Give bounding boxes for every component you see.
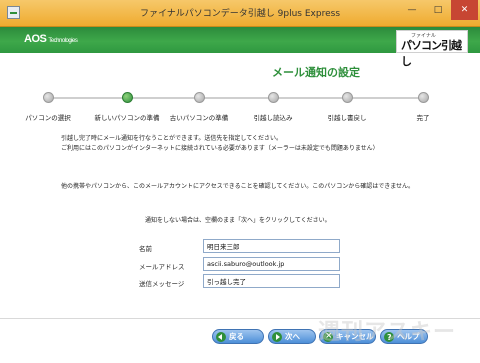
name-field[interactable] xyxy=(203,239,340,253)
message-label: 送信メッセージ xyxy=(139,280,185,288)
name-label: 名前 xyxy=(139,245,152,253)
step-label-old-pc-prep: 古いパソコンの準備 xyxy=(169,114,229,122)
title-bar: ファイナルパソコンデータ引越し 9plus Express — □ ✕ xyxy=(0,0,480,27)
product-logo: ファイナル パソコン引越し xyxy=(396,30,468,68)
step-label-computer-select: パソコンの選択 xyxy=(25,114,71,122)
step-label-complete: 完了 xyxy=(416,114,430,122)
watermark: 週刊アスキー xyxy=(318,320,457,345)
progress-track xyxy=(48,97,424,99)
minimize-button[interactable]: — xyxy=(400,0,424,20)
instruction-note: 通知をしない場合は、空欄のまま「次へ」をクリックしてください。 xyxy=(145,217,331,224)
aos-logo: AOS Technologies xyxy=(24,33,78,45)
page-title: メール通知の設定 xyxy=(272,66,360,79)
close-button[interactable]: ✕ xyxy=(451,0,478,20)
step-dot-old-pc-prep xyxy=(194,92,205,103)
step-dot-computer-select xyxy=(43,92,54,103)
step-dot-read xyxy=(268,92,279,103)
next-arrow-icon xyxy=(272,332,282,342)
message-field[interactable] xyxy=(203,274,340,288)
maximize-button[interactable]: □ xyxy=(426,0,450,20)
email-label: メールアドレス xyxy=(139,263,185,271)
step-label-new-pc-prep: 新しいパソコンの準備 xyxy=(94,114,160,122)
description-line-1: 引越し完了時にメール通知を行なうことができます。送信先を指定してください。 xyxy=(61,135,283,142)
step-label-write: 引越し書戻し xyxy=(327,114,367,122)
back-arrow-icon xyxy=(216,332,226,342)
step-dot-write xyxy=(342,92,353,103)
step-dot-complete xyxy=(418,92,429,103)
description-line-2: ご利用にはこのパソコンがインターネットに接続されている必要があります（メーラーは… xyxy=(61,145,379,152)
email-field[interactable] xyxy=(203,257,340,271)
description-line-3: 他の携帯やパソコンから、このメールアカウントにアクセスできることを確認してくださ… xyxy=(61,183,415,190)
next-button[interactable]: 次へ xyxy=(268,329,316,344)
back-button[interactable]: 戻る xyxy=(212,329,264,344)
step-label-read: 引越し読込み xyxy=(253,114,293,122)
step-dot-new-pc-prep xyxy=(122,92,133,103)
